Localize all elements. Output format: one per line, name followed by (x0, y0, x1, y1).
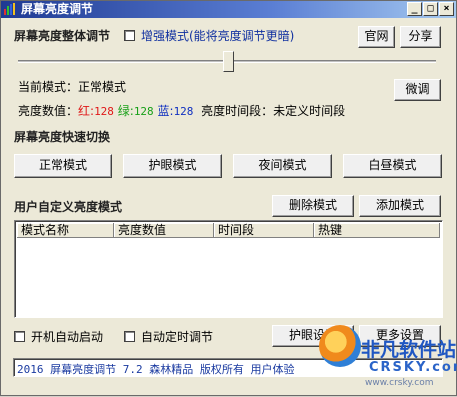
green-value: 128 (133, 105, 154, 118)
window-title: 屏幕亮度调节 (21, 2, 94, 16)
close-icon: × (443, 3, 450, 14)
maximize-button[interactable]: □ (423, 2, 438, 16)
blue-value: 128 (173, 105, 194, 118)
overall-adjust-title: 屏幕亮度整体调节 (14, 29, 111, 43)
current-mode-label: 当前模式：正常模式 (18, 80, 127, 94)
quick-switch-title: 屏幕亮度快速切换 (14, 130, 111, 144)
status-text: 2016 屏幕亮度调节 7.2 森林精品 版权所有 用户体验 (17, 363, 295, 376)
daylight-mode-button[interactable]: 白昼模式 (343, 154, 442, 178)
column-header-time-period[interactable]: 时间段 (214, 223, 314, 238)
autostart-checkbox[interactable] (14, 331, 25, 342)
green-label: 绿: (117, 104, 134, 118)
site-watermark: 非凡软件站 CRSKY.com www.crsky.com (319, 323, 457, 397)
delete-mode-button[interactable]: 删除模式 (272, 195, 354, 217)
close-button[interactable]: × (439, 2, 454, 16)
share-button[interactable]: 分享 (400, 26, 441, 48)
enhance-mode-checkbox[interactable] (124, 30, 135, 41)
custom-modes-title: 用户自定义亮度模式 (14, 200, 123, 214)
minimize-button[interactable]: _ (407, 2, 422, 16)
autostart-label[interactable]: 开机自动启动 (31, 330, 103, 344)
night-mode-button[interactable]: 夜间模式 (233, 154, 332, 178)
column-header-mode-name[interactable]: 模式名称 (17, 223, 114, 238)
auto-timer-label[interactable]: 自动定时调节 (141, 330, 213, 344)
blue-label: 蓝: (157, 104, 174, 118)
normal-mode-button[interactable]: 正常模式 (14, 154, 112, 178)
fine-tune-button[interactable]: 微调 (394, 79, 441, 101)
official-site-button[interactable]: 官网 (358, 26, 395, 48)
eye-care-mode-button[interactable]: 护眼模式 (123, 154, 222, 178)
maximize-icon: □ (427, 3, 434, 14)
brightness-values-line: 亮度数值：红:128 绿:128 蓝:128 亮度时间段：未定义时间段 (18, 104, 345, 119)
watermark-cn-text: 非凡软件站 (361, 339, 457, 361)
custom-modes-list[interactable]: 模式名称 亮度数值 时间段 热键 (14, 220, 443, 318)
auto-timer-checkbox[interactable] (124, 331, 135, 342)
red-label: 红: (78, 104, 95, 118)
watermark-sub-text: www.crsky.com (365, 378, 434, 388)
brightness-label: 亮度数值： (18, 104, 79, 118)
brightness-period-label: 亮度时间段：未定义时间段 (201, 104, 346, 118)
column-header-hotkey[interactable]: 热键 (314, 223, 440, 238)
minimize-icon: _ (411, 3, 418, 14)
watermark-logo-icon (319, 325, 361, 367)
enhance-mode-label[interactable]: 增强模式(能将亮度调节更暗) (141, 29, 294, 43)
red-value: 128 (94, 105, 114, 118)
column-header-brightness[interactable]: 亮度数值 (114, 223, 214, 238)
brightness-slider-thumb[interactable] (223, 51, 234, 72)
watermark-en-text: CRSKY.com (369, 360, 457, 375)
add-mode-button[interactable]: 添加模式 (359, 195, 441, 217)
app-window: 屏幕亮度调节 _ □ × 屏幕亮度整体调节 增强模式(能将亮度调节更暗) 官网 … (0, 0, 457, 396)
title-bar[interactable]: 屏幕亮度调节 _ □ × (1, 1, 456, 18)
app-icon (4, 3, 16, 15)
